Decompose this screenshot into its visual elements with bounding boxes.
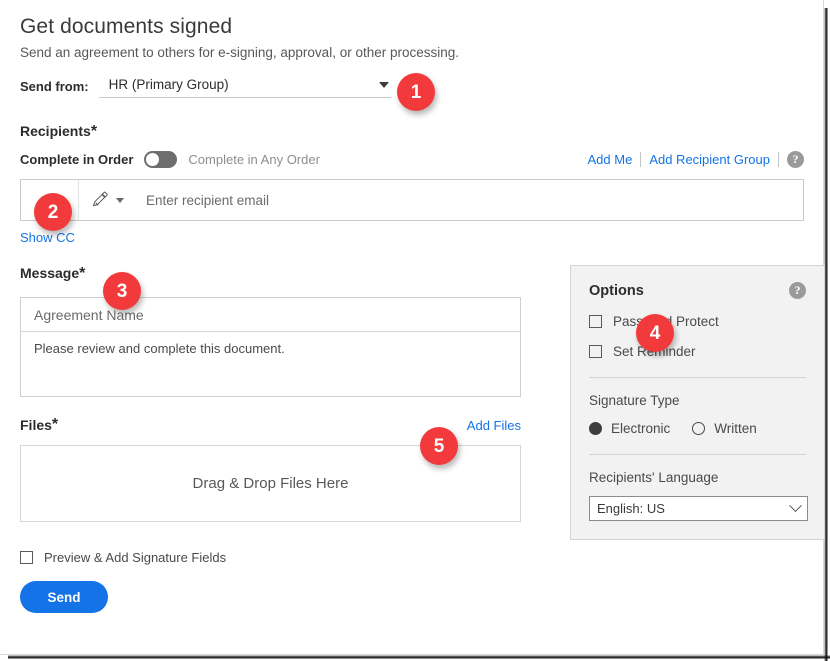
signature-type-electronic-label: Electronic: [611, 421, 670, 436]
options-panel: Options ? Password Protect Set Reminder …: [570, 265, 825, 540]
set-reminder-row[interactable]: Set Reminder: [589, 344, 806, 359]
toggle-knob: [146, 153, 159, 166]
options-divider: [589, 377, 806, 378]
add-recipient-group-link[interactable]: Add Recipient Group: [649, 152, 770, 167]
password-protect-checkbox[interactable]: [589, 315, 602, 328]
callout-badge-1: 1: [397, 73, 435, 111]
left-column: Message* Agreement Name Please review an…: [20, 265, 540, 613]
password-protect-row[interactable]: Password Protect: [589, 314, 806, 329]
link-divider: [640, 152, 641, 167]
complete-in-any-order-label: Complete in Any Order: [188, 152, 320, 167]
chevron-down-icon: [789, 499, 802, 512]
right-column: Options ? Password Protect Set Reminder …: [570, 265, 825, 613]
message-required-marker: *: [79, 265, 85, 282]
files-label: Files: [20, 417, 52, 433]
help-icon[interactable]: ?: [789, 282, 806, 299]
recipient-links-group: Add Me Add Recipient Group ?: [588, 151, 805, 168]
complete-in-order-label: Complete in Order: [20, 152, 133, 167]
callout-badge-5: 5: [420, 427, 458, 465]
recipients-language-value: English: US: [597, 501, 665, 516]
preview-signature-fields-row[interactable]: Preview & Add Signature Fields: [20, 550, 540, 565]
window-frame-bottom-edge: [8, 655, 830, 659]
send-from-value: HR (Primary Group): [109, 77, 229, 92]
completion-order-toggle[interactable]: [144, 151, 177, 168]
chevron-down-icon: [379, 82, 389, 88]
chevron-down-icon: [116, 198, 124, 203]
signature-type-written-label: Written: [714, 421, 757, 436]
link-divider: [778, 152, 779, 167]
message-section-header: Message*: [20, 265, 540, 287]
options-header: Options ?: [589, 282, 806, 299]
preview-checkbox[interactable]: [20, 551, 33, 564]
message-box: Agreement Name Please review and complet…: [20, 297, 521, 397]
send-button-label: Send: [47, 590, 80, 605]
recipient-input-row[interactable]: Enter recipient email: [20, 179, 804, 221]
help-icon[interactable]: ?: [787, 151, 804, 168]
set-reminder-checkbox[interactable]: [589, 345, 602, 358]
callout-badge-4: 4: [636, 314, 674, 352]
recipients-language-label: Recipients' Language: [589, 470, 806, 485]
options-title: Options: [589, 283, 644, 299]
recipient-email-input[interactable]: Enter recipient email: [146, 193, 269, 208]
add-files-link[interactable]: Add Files: [467, 418, 521, 433]
send-from-label: Send from:: [20, 79, 89, 98]
signature-type-label: Signature Type: [589, 393, 806, 408]
send-button[interactable]: Send: [20, 581, 108, 613]
recipients-section-header: Recipients*: [20, 123, 824, 141]
send-from-dropdown[interactable]: HR (Primary Group): [99, 77, 391, 98]
preview-checkbox-label: Preview & Add Signature Fields: [44, 550, 226, 565]
files-required-marker: *: [52, 416, 58, 434]
recipients-language-select[interactable]: English: US: [589, 496, 808, 521]
message-textarea[interactable]: Please review and complete this document…: [21, 332, 520, 396]
pen-icon: [91, 190, 111, 210]
recipients-required-marker: *: [91, 123, 97, 140]
agreement-name-input[interactable]: Agreement Name: [21, 298, 520, 332]
signature-type-electronic-radio[interactable]: [589, 422, 602, 435]
show-cc-link[interactable]: Show CC: [20, 230, 75, 245]
signature-type-radio-group: Electronic Written: [589, 421, 806, 436]
page-subtitle: Send an agreement to others for e-signin…: [20, 44, 824, 62]
add-me-link[interactable]: Add Me: [588, 152, 633, 167]
completion-order-row: Complete in Order Complete in Any Order …: [20, 151, 804, 168]
get-documents-signed-screen: Get documents signed Send an agreement t…: [0, 0, 830, 661]
options-divider: [589, 454, 806, 455]
recipient-role-selector[interactable]: [79, 190, 124, 210]
signature-type-written-radio[interactable]: [692, 422, 705, 435]
page-title: Get documents signed: [20, 14, 824, 40]
callout-badge-2: 2: [34, 193, 72, 231]
dropzone-text: Drag & Drop Files Here: [193, 475, 349, 492]
message-label: Message: [20, 265, 79, 281]
callout-badge-3: 3: [103, 272, 141, 310]
recipients-label: Recipients: [20, 123, 91, 139]
